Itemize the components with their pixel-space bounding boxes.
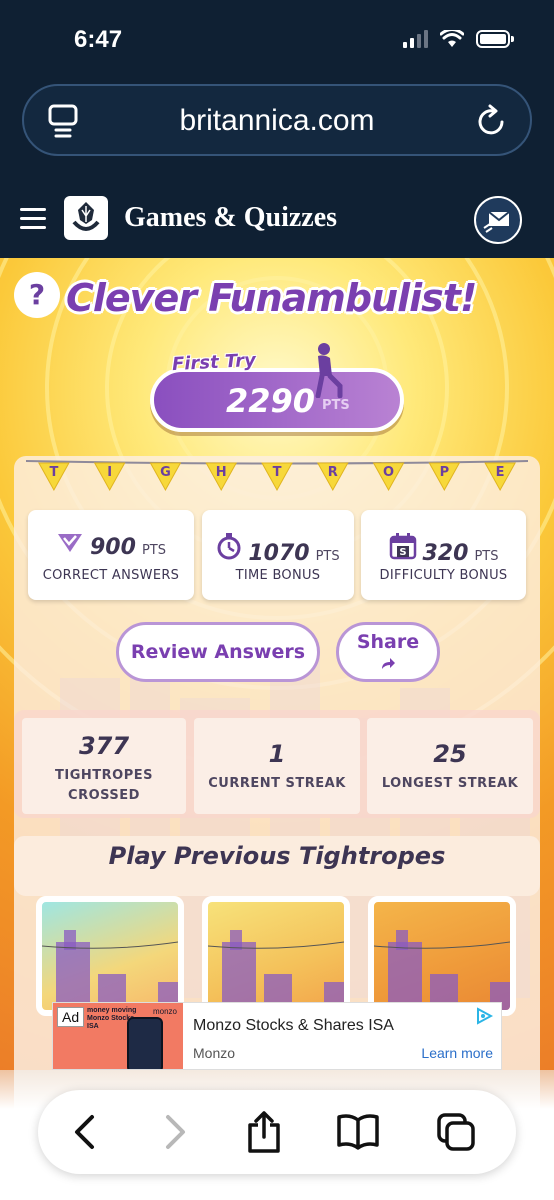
banner-letter: O [383,465,394,480]
stat-card-difficulty-bonus: S 320 PTS DIFFICULTY BONUS [361,510,526,600]
browser-chrome: 6:47 britannica.com Games & Quizzes [0,0,554,258]
ad-title[interactable]: Monzo Stocks & Shares ISA [193,1017,394,1035]
score-value: 2290 [226,382,316,420]
previous-tightrope-thumbnail[interactable] [368,896,516,1016]
previous-tightropes-title: Play Previous Tightropes [108,842,446,870]
banner-flag: G [149,462,182,492]
stat-label: DIFFICULTY BONUS [379,568,508,583]
streak-label-line1: TIGHTROPES [55,768,153,783]
banner-letter: I [107,465,112,480]
battery-icon [476,30,514,48]
banner-flag: T [38,462,70,492]
stat-card-time-bonus: 1070 PTS TIME BONUS [202,510,354,600]
adchoices-icon[interactable] [475,1007,493,1025]
stat-card-correct-answers: 900 PTS CORRECT ANSWERS [28,510,194,600]
reload-icon[interactable] [476,104,508,138]
address-bar[interactable]: britannica.com [22,84,532,156]
streak-value: 377 [78,732,130,760]
status-time: 6:47 [74,26,123,53]
share-icon [248,1111,280,1153]
streak-label-line2: CROSSED [68,788,140,803]
banner-letter: R [328,465,338,480]
streak-card-tightropes-crossed: 377 TIGHTROPES CROSSED [22,718,186,814]
stat-label: CORRECT ANSWERS [42,568,180,583]
banner-flag: T [261,462,293,492]
wifi-icon [440,30,464,47]
streak-label: CURRENT STREAK [208,776,346,791]
tabs-icon [437,1113,475,1151]
review-answers-button[interactable]: Review Answers [116,622,320,682]
site-header: Games & Quizzes [0,180,554,258]
streak-card-current-streak: 1 CURRENT STREAK [194,718,360,814]
banner-letter: T [273,465,282,480]
help-button[interactable]: ? [14,272,60,318]
share-sheet-button[interactable] [240,1108,288,1156]
share-label: Share [356,631,420,653]
first-try-label: First Try [171,349,257,376]
navigation-toolbar [38,1090,516,1174]
result-headline: Clever Funambulist! [66,276,477,320]
funambulist-figure-icon [315,343,343,398]
stat-value: 320 [422,541,469,566]
hamburger-menu-icon[interactable] [20,208,46,235]
chevron-right-icon [166,1115,185,1149]
stat-value: 900 [90,535,136,560]
stat-label: TIME BONUS [235,568,321,583]
share-arrow-icon [382,658,395,669]
banner-flag: R [316,462,349,492]
phone-illustration [127,1017,163,1069]
newsletter-button[interactable] [474,196,522,244]
ad-badge: Ad [57,1007,85,1027]
banner-flag: O [372,462,405,492]
streak-label: LONGEST STREAK [381,776,519,791]
banner-flag: I [93,462,126,492]
ad-learn-more-link[interactable]: Learn more [421,1045,493,1061]
banner-letter: P [440,465,450,480]
banner-letter: T [49,465,58,480]
banner-flag: E [484,462,516,492]
score-pill: 2290 PTS [150,368,404,432]
stat-unit: PTS [315,549,340,564]
chevron-left-icon [75,1115,94,1149]
bookmarks-button[interactable] [334,1108,382,1156]
ad-image-brand: monzo [152,1007,177,1016]
envelope-icon [483,211,510,233]
ad-advertiser: Monzo [193,1045,236,1061]
banner-letter: E [496,465,505,480]
streak-value: 25 [433,740,467,768]
forward-button[interactable] [152,1108,200,1156]
share-button[interactable]: Share [336,622,440,682]
stopwatch-icon [217,533,241,560]
previous-tightrope-thumbnail[interactable] [36,896,184,1016]
ad-image[interactable]: Ad money moving Monzo Stocks ISA monzo [53,1003,183,1069]
tabs-button[interactable] [432,1108,480,1156]
tightrope-banner: TIGHTROPE [26,460,528,492]
book-icon [337,1114,379,1150]
safari-bottom-bar [0,1070,554,1200]
site-title[interactable]: Games & Quizzes [124,202,337,234]
banner-flag: H [205,462,238,492]
status-icons [403,30,514,48]
ad-banner[interactable]: Ad money moving Monzo Stocks ISA monzo M… [52,1002,502,1070]
url-text[interactable]: britannica.com [24,104,530,138]
banner-flag: P [428,462,461,492]
svg-text:S: S [399,547,406,558]
streak-card-longest-streak: 25 LONGEST STREAK [367,718,533,814]
banner-letter: G [160,465,171,480]
check-triangle-icon [58,534,82,552]
banner-letter: H [216,465,227,480]
stat-unit: PTS [474,549,499,564]
britannica-logo[interactable] [64,196,108,240]
calendar-s-icon: S [389,533,416,560]
cellular-signal-icon [403,30,428,48]
back-button[interactable] [60,1108,108,1156]
previous-tightrope-thumbnail[interactable] [202,896,350,1016]
stat-unit: PTS [141,543,166,558]
stat-value: 1070 [248,541,310,566]
streak-value: 1 [268,740,286,768]
score-unit: PTS [322,398,350,413]
